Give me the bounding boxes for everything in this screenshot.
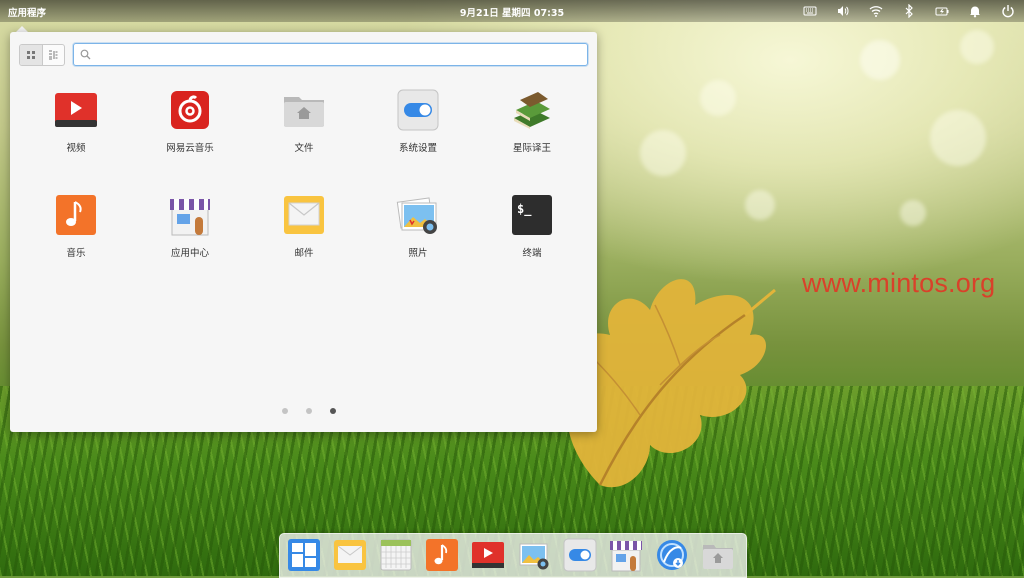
files-folder-icon bbox=[284, 97, 324, 127]
app-center-store-icon bbox=[170, 199, 210, 236]
bokeh-light bbox=[930, 110, 986, 166]
bokeh-light bbox=[745, 190, 775, 220]
search-field[interactable] bbox=[73, 43, 588, 66]
bokeh-light bbox=[960, 30, 994, 64]
page-dot-3[interactable] bbox=[330, 408, 336, 414]
volume-icon[interactable] bbox=[835, 3, 851, 19]
app-tile-music[interactable]: 音乐 bbox=[19, 193, 133, 273]
app-label: 系统设置 bbox=[398, 143, 437, 154]
app-label: 网易云音乐 bbox=[166, 143, 214, 154]
dictionary-books-icon bbox=[514, 92, 550, 129]
page-dot-1[interactable] bbox=[282, 408, 288, 414]
bokeh-light bbox=[700, 80, 736, 116]
app-label: 邮件 bbox=[294, 248, 314, 259]
app-label: 星际译王 bbox=[512, 143, 551, 154]
wifi-icon[interactable] bbox=[868, 3, 884, 19]
bluetooth-icon[interactable] bbox=[901, 3, 917, 19]
netease-music-icon bbox=[171, 91, 209, 129]
keyboard-icon[interactable] bbox=[802, 3, 818, 19]
app-tile-files[interactable]: 文件 bbox=[247, 88, 361, 168]
photos-icon bbox=[396, 197, 437, 234]
app-center-store-icon[interactable] bbox=[609, 538, 643, 572]
photos-icon[interactable] bbox=[517, 538, 551, 572]
app-tile-stardict[interactable]: 星际译王 bbox=[475, 88, 589, 168]
applications-launcher: 视频 网易云音乐 文件 系统设置 星际译王 音乐 应用中心 邮件 照片 $_ 终… bbox=[10, 32, 597, 432]
grid-view-button[interactable] bbox=[20, 45, 43, 65]
settings-toggle-icon[interactable] bbox=[563, 538, 597, 572]
page-indicator bbox=[273, 408, 345, 414]
dock bbox=[279, 533, 747, 578]
bokeh-light bbox=[860, 40, 900, 80]
music-note-icon bbox=[56, 195, 96, 235]
app-label: 终端 bbox=[522, 248, 542, 259]
grid-view-icon bbox=[26, 51, 35, 59]
app-tile-netease-music[interactable]: 网易云音乐 bbox=[133, 88, 247, 168]
app-tile-video[interactable]: 视频 bbox=[19, 88, 133, 168]
browser-download-icon[interactable] bbox=[655, 538, 689, 572]
date-time-indicator[interactable]: 9月21日 星期四 07:35 bbox=[460, 8, 564, 19]
bokeh-light bbox=[900, 200, 926, 226]
app-tile-terminal[interactable]: $_ 终端 bbox=[475, 193, 589, 273]
notification-bell-icon[interactable] bbox=[967, 3, 983, 19]
app-tile-app-center[interactable]: 应用中心 bbox=[133, 193, 247, 273]
view-mode-switcher bbox=[19, 44, 65, 66]
app-label: 照片 bbox=[408, 248, 428, 259]
app-tile-photos[interactable]: 照片 bbox=[361, 193, 475, 273]
top-panel: 应用程序 9月21日 星期四 07:35 bbox=[0, 0, 1024, 22]
calendar-icon[interactable] bbox=[379, 538, 413, 572]
settings-toggle-icon bbox=[397, 89, 439, 131]
battery-icon[interactable] bbox=[934, 3, 950, 19]
system-tray bbox=[785, 3, 1016, 19]
app-label: 音乐 bbox=[66, 248, 86, 259]
files-folder-icon[interactable] bbox=[701, 538, 735, 572]
page-dot-2[interactable] bbox=[306, 408, 312, 414]
mail-envelope-icon[interactable] bbox=[333, 538, 367, 572]
bokeh-light bbox=[640, 130, 686, 176]
applications-menu-button[interactable]: 应用程序 bbox=[8, 5, 46, 19]
video-icon bbox=[55, 93, 97, 127]
music-note-icon[interactable] bbox=[425, 538, 459, 572]
category-view-button[interactable] bbox=[43, 45, 65, 65]
terminal-icon: $_ bbox=[512, 195, 552, 235]
app-tile-mail[interactable]: 邮件 bbox=[247, 193, 361, 273]
search-input[interactable] bbox=[95, 47, 587, 62]
app-tile-system-settings[interactable]: 系统设置 bbox=[361, 88, 475, 168]
watermark-text: www.mintos.org bbox=[802, 268, 996, 298]
category-view-icon bbox=[49, 50, 58, 60]
svg-text:$_: $_ bbox=[517, 202, 532, 217]
app-label: 视频 bbox=[66, 143, 86, 154]
search-icon bbox=[80, 49, 91, 60]
app-label: 应用中心 bbox=[170, 248, 209, 259]
app-label: 文件 bbox=[294, 143, 314, 154]
power-icon[interactable] bbox=[1000, 3, 1016, 19]
video-icon[interactable] bbox=[471, 538, 505, 572]
multitasking-view-icon[interactable] bbox=[287, 538, 321, 572]
mail-envelope-icon bbox=[284, 196, 324, 234]
